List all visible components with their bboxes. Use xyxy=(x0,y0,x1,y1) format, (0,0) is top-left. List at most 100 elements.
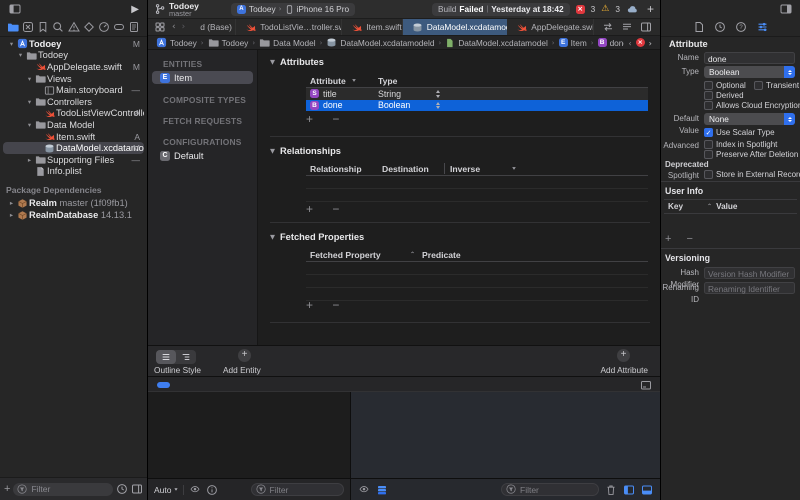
file-tree-row[interactable]: ▾ Todoey xyxy=(3,50,144,62)
relationships-section-header[interactable]: ▼ Relationships xyxy=(270,146,341,156)
editor-tab[interactable]: TodoListVie…troller.swift xyxy=(236,19,343,35)
recent-files-icon[interactable] xyxy=(116,483,128,495)
editor-options-icon[interactable] xyxy=(640,21,652,33)
file-tree-row[interactable]: ▸ Supporting Files — xyxy=(3,154,144,166)
related-items-icon[interactable] xyxy=(154,21,166,33)
source-control-filter-icon[interactable] xyxy=(131,483,143,495)
file-tree-row[interactable]: ▾ Views xyxy=(3,73,144,85)
fetched-property-add-remove-buttons[interactable]: + − xyxy=(306,298,347,312)
breadcrumb-item[interactable]: DataModel.xcdatamodel xyxy=(445,38,548,48)
user-info-add-remove-buttons[interactable]: + − xyxy=(665,233,699,245)
breakpoints-navigator-icon[interactable] xyxy=(113,21,125,33)
add-file-button[interactable]: + xyxy=(4,484,10,495)
disclosure-open-icon[interactable]: ▾ xyxy=(25,98,34,106)
cloud-status-icon[interactable] xyxy=(626,4,639,15)
navigator-filter-input[interactable]: Filter xyxy=(13,482,113,496)
type-stepper-icon[interactable] xyxy=(436,90,440,98)
breadcrumb-item[interactable]: E Item xyxy=(558,38,587,48)
warning-badge-icon[interactable]: ⚠ xyxy=(601,4,609,14)
preserve-after-deletion-checkbox[interactable]: Preserve After Deletion xyxy=(704,150,798,159)
code-review-icon[interactable] xyxy=(602,21,614,33)
run-button[interactable]: ▶ xyxy=(131,4,139,15)
relationships-table-header[interactable]: Relationship Destination Inverse xyxy=(306,162,648,176)
optional-checkbox[interactable]: Optional xyxy=(704,81,746,90)
cloud-encryption-checkbox[interactable]: Allows Cloud Encryption xyxy=(704,101,800,110)
quicklook-icon[interactable] xyxy=(358,485,370,495)
fetched-properties-section-header[interactable]: ▼ Fetched Properties xyxy=(270,232,364,242)
default-value-popup[interactable]: None xyxy=(704,113,795,125)
external-record-file-checkbox[interactable]: Store in External Record File xyxy=(704,170,800,179)
console-view[interactable] xyxy=(351,392,660,478)
issues-navigator-icon[interactable] xyxy=(67,21,80,33)
disclosure-closed-icon[interactable]: ▸ xyxy=(25,156,34,164)
editor-tab[interactable]: Item.swift xyxy=(342,19,403,35)
editor-tab[interactable]: d (Base) xyxy=(191,19,237,35)
scheme-selector[interactable]: A Todoey › iPhone 16 Pro xyxy=(230,2,356,16)
renaming-id-field[interactable]: Renaming Identifier xyxy=(704,282,795,294)
disclosure-closed-icon[interactable]: ▸ xyxy=(7,211,16,219)
file-tree-row[interactable]: TodoListViewController.s… A xyxy=(3,108,144,120)
attribute-name-field[interactable]: done xyxy=(704,52,795,64)
use-scalar-type-checkbox[interactable]: Use Scalar Type xyxy=(704,128,775,137)
project-status[interactable]: Todoey master xyxy=(154,1,199,17)
add-entity-button[interactable]: + xyxy=(238,349,251,362)
file-inspector-icon[interactable] xyxy=(693,21,705,33)
file-tree-row[interactable]: AppDelegate.swift M xyxy=(3,61,144,73)
find-navigator-icon[interactable] xyxy=(52,21,64,33)
user-info-table-header[interactable]: Key ⌃ Value xyxy=(664,199,797,214)
relationship-add-remove-buttons[interactable]: + − xyxy=(306,202,347,216)
file-tree-row[interactable]: ▾ Data Model xyxy=(3,119,144,131)
outline-style-graph-icon[interactable] xyxy=(176,350,196,364)
toggle-navigator-icon[interactable] xyxy=(8,3,21,15)
add-attribute-button[interactable]: + xyxy=(617,349,630,362)
file-tree-row[interactable]: ▾ Controllers xyxy=(3,96,144,108)
bookmarks-navigator-icon[interactable] xyxy=(37,21,49,33)
index-in-spotlight-checkbox[interactable]: Index in Spotlight xyxy=(704,140,777,149)
attributes-inspector-icon[interactable] xyxy=(756,21,769,33)
disclosure-open-icon[interactable]: ▾ xyxy=(25,121,34,129)
quicklook-icon[interactable] xyxy=(189,485,201,495)
activity-status[interactable]: Build Failed | Yesterday at 18:42 xyxy=(431,2,570,16)
breadcrumb-item[interactable]: Todoey xyxy=(156,37,197,48)
entity-row[interactable]: C Default xyxy=(152,149,253,162)
source-control-navigator-icon[interactable] xyxy=(22,21,34,33)
error-badge-icon[interactable]: × xyxy=(575,4,585,14)
tests-navigator-icon[interactable] xyxy=(83,21,95,33)
breadcrumb-item[interactable]: Todoey xyxy=(208,37,248,48)
type-stepper-icon[interactable] xyxy=(436,101,440,109)
attribute-type-popup[interactable]: Boolean xyxy=(704,66,795,78)
previous-issue-button[interactable]: ‹ xyxy=(628,38,631,48)
attributes-table-header[interactable]: Attribute Type xyxy=(306,74,648,88)
attribute-row[interactable]: B done Boolean xyxy=(306,99,648,111)
file-tree-row[interactable]: Item.swift A xyxy=(3,131,144,143)
forward-button[interactable]: › xyxy=(182,22,186,32)
print-description-icon[interactable] xyxy=(206,484,218,496)
attribute-add-remove-buttons[interactable]: + − xyxy=(306,112,347,126)
hash-modifier-field[interactable]: Version Hash Modifier xyxy=(704,267,795,279)
next-issue-button[interactable]: › xyxy=(649,38,652,48)
outline-style-list-icon[interactable] xyxy=(156,350,176,364)
package-row[interactable]: ▸ Realm master (1f09fb1) xyxy=(3,197,144,209)
file-tree-row[interactable]: DataModel.xcdatamodeld M xyxy=(3,142,144,154)
attribute-row[interactable]: S title String xyxy=(306,88,648,100)
variables-scope-popup[interactable]: Auto xyxy=(154,485,178,495)
history-inspector-icon[interactable] xyxy=(714,21,726,33)
variables-filter-input[interactable]: Filter xyxy=(250,483,344,496)
file-tree-row[interactable]: Info.plist xyxy=(3,166,144,178)
debug-bar-handle[interactable] xyxy=(157,382,170,388)
console-filter-input[interactable]: Filter xyxy=(501,483,599,496)
variables-view[interactable] xyxy=(148,392,351,478)
clear-console-icon[interactable] xyxy=(605,484,617,496)
console-output-mode-icon[interactable] xyxy=(376,484,388,496)
attributes-section-header[interactable]: ▼ Attributes xyxy=(270,57,324,67)
disclosure-closed-icon[interactable]: ▸ xyxy=(7,199,16,207)
disclosure-open-icon[interactable]: ▾ xyxy=(16,51,25,59)
disclosure-open-icon[interactable]: ▾ xyxy=(7,40,16,48)
package-row[interactable]: ▸ RealmDatabase 14.13.1 xyxy=(3,209,144,221)
transient-checkbox[interactable]: Transient xyxy=(754,81,799,90)
toggle-inspector-icon[interactable] xyxy=(779,3,792,15)
project-navigator-icon[interactable] xyxy=(7,21,19,33)
file-tree-row[interactable]: ▾ Todoey M xyxy=(3,38,144,50)
entity-row[interactable]: E Item xyxy=(152,71,253,84)
derived-checkbox[interactable]: Derived xyxy=(704,91,744,100)
